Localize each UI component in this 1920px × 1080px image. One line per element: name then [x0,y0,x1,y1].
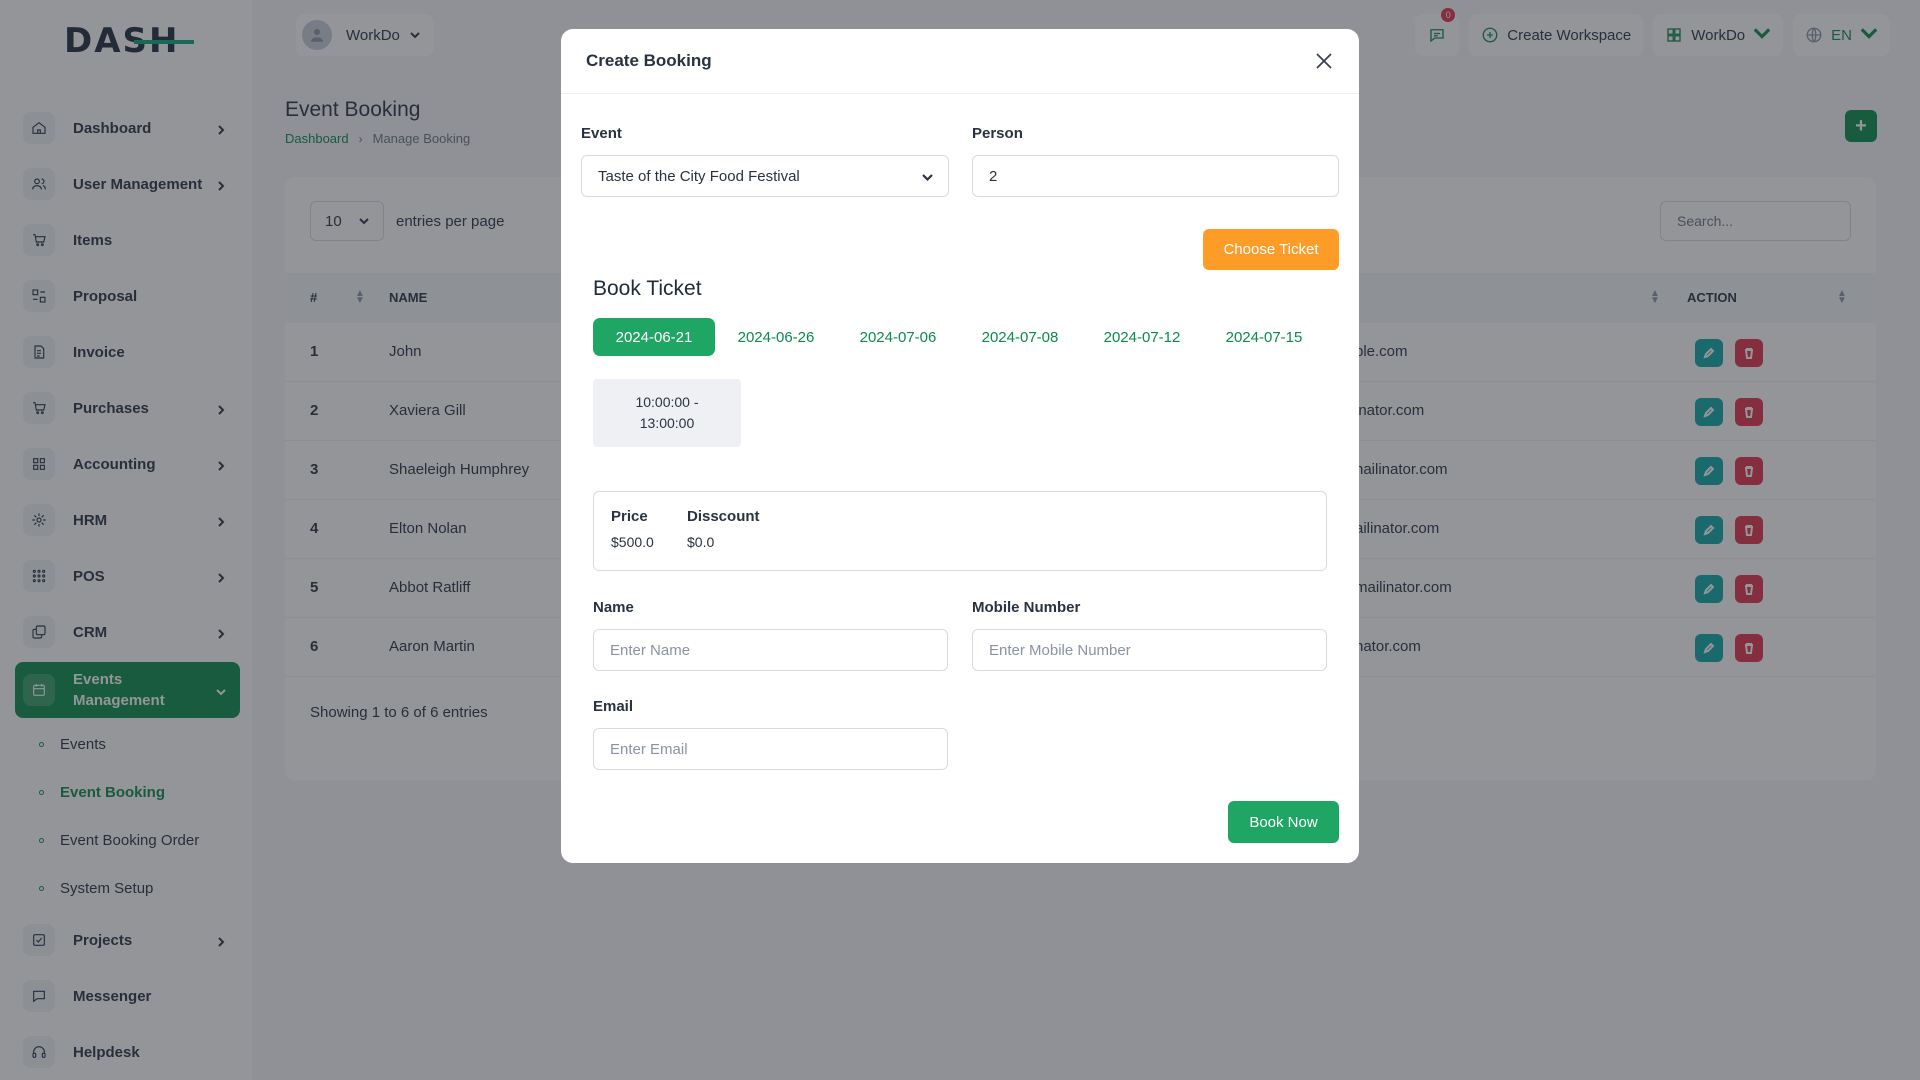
date-option[interactable]: 2024-07-08 [959,318,1081,356]
person-input[interactable]: 2 [972,155,1339,197]
price-value: $500.0 [611,534,654,550]
modal-header: Create Booking [561,29,1359,94]
event-select-value: Taste of the City Food Festival [598,167,800,185]
date-option[interactable]: 2024-07-15 [1203,318,1325,356]
discount-column: Disscount $0.0 [687,508,760,550]
chevron-down-icon [921,171,934,188]
close-icon[interactable] [1314,51,1334,71]
price-label: Price [611,508,648,525]
date-option[interactable]: 2024-06-26 [715,318,837,356]
email-input[interactable]: Enter Email [593,728,948,770]
email-label: Email [593,698,634,715]
create-booking-modal: Create Booking Event Taste of the City F… [561,29,1359,863]
date-option[interactable]: 2024-07-06 [837,318,959,356]
mobile-label: Mobile Number [972,599,1081,616]
date-selector: 2024-06-21 2024-06-26 2024-07-06 2024-07-08… [593,318,1325,356]
modal-title: Create Booking [586,51,712,70]
name-input[interactable]: Enter Name [593,629,948,671]
time-slot-option[interactable]: 10:00:00 - 13:00:00 [593,379,741,447]
book-now-button[interactable]: Book Now [1228,801,1339,843]
name-label: Name [593,599,634,616]
event-select[interactable]: Taste of the City Food Festival [581,155,949,197]
date-option[interactable]: 2024-07-12 [1081,318,1203,356]
discount-label: Disscount [687,508,760,525]
price-summary: Price $500.0 Disscount $0.0 [593,491,1327,571]
mobile-input[interactable]: Enter Mobile Number [972,629,1327,671]
book-ticket-title: Book Ticket [593,277,702,300]
date-option[interactable]: 2024-06-21 [593,318,715,356]
person-label: Person [972,125,1023,142]
discount-value: $0.0 [687,534,715,550]
price-column: Price $500.0 [611,508,654,550]
event-label: Event [581,125,622,142]
choose-ticket-button[interactable]: Choose Ticket [1203,229,1339,270]
